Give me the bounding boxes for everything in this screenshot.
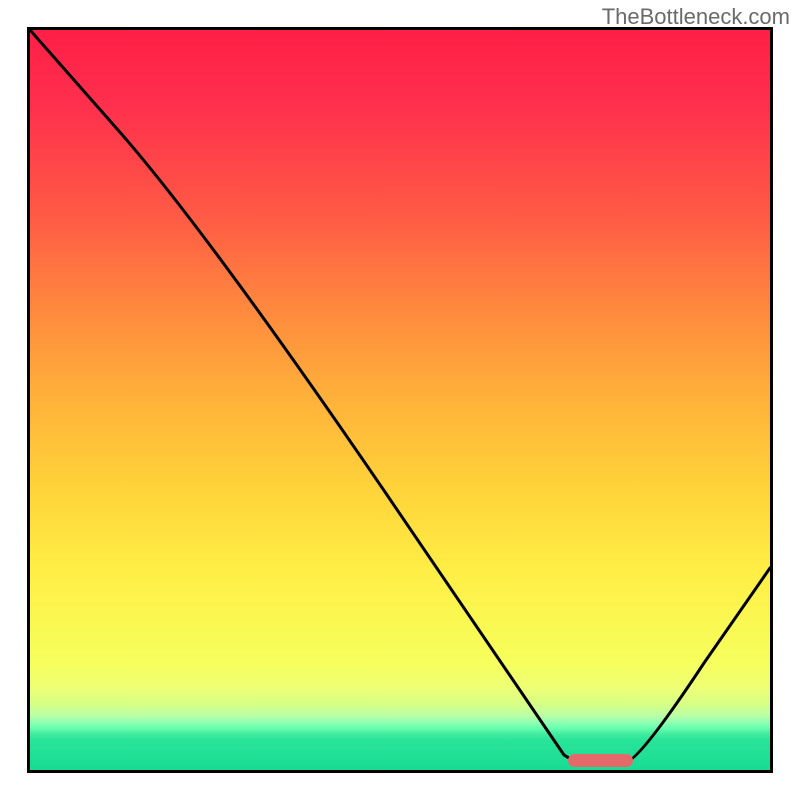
optimal-range-marker — [568, 754, 633, 767]
watermark-text: TheBottleneck.com — [602, 4, 790, 30]
plot-area — [27, 27, 773, 773]
bottleneck-curve — [30, 30, 770, 763]
curve-svg — [30, 30, 770, 770]
chart-container: TheBottleneck.com — [0, 0, 800, 800]
